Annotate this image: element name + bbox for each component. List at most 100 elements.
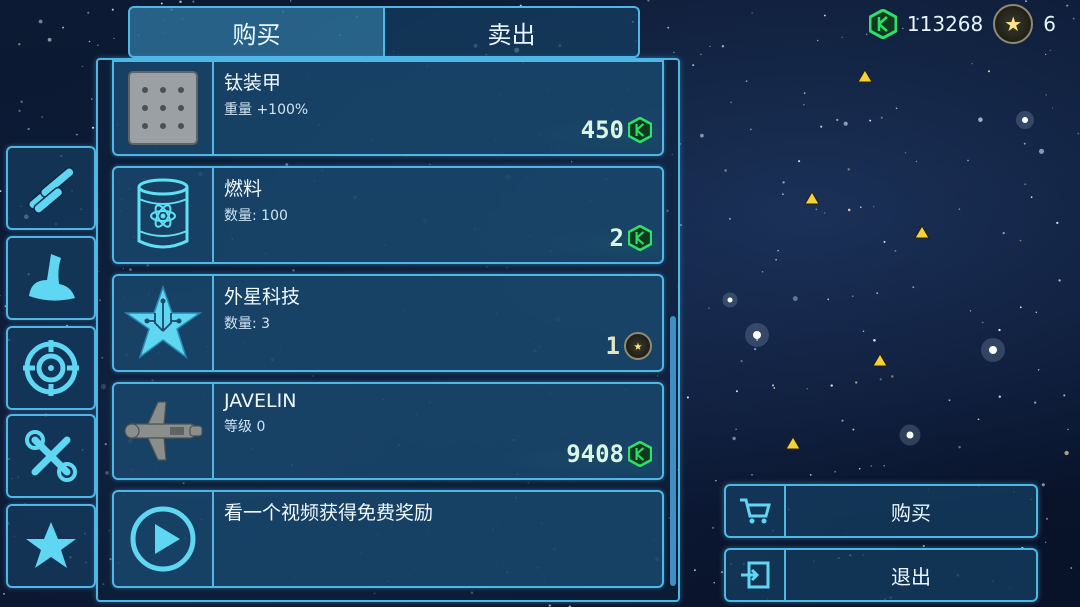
star	[62, 26, 65, 29]
category-tools[interactable]	[6, 414, 96, 498]
star	[75, 133, 78, 136]
star	[1037, 369, 1040, 371]
star	[862, 330, 865, 333]
star	[977, 418, 980, 421]
shop-item-free-video-reward[interactable]: 看一个视频获得免费奖励	[112, 490, 664, 588]
tab-buy[interactable]: 购买	[128, 6, 385, 58]
star	[715, 480, 717, 482]
shop-item-list[interactable]: 钛装甲 重量 +100% 450 燃料 数量: 100 2 外星科技 数量: 3…	[96, 58, 680, 602]
category-weapons[interactable]	[6, 326, 96, 410]
star	[750, 128, 752, 131]
star	[967, 159, 969, 162]
star	[751, 12, 753, 14]
item-thumbnail	[114, 62, 214, 154]
item-thumbnail	[114, 384, 214, 478]
star	[771, 384, 775, 387]
shop-item-javelin-ship[interactable]: JAVELIN 等级 0 9408	[112, 382, 664, 480]
star	[855, 381, 858, 384]
armor-plate-icon	[128, 71, 198, 145]
star	[724, 169, 727, 172]
exit-button-label: 退出	[891, 564, 931, 589]
item-description: 等级 0	[224, 419, 266, 435]
star	[88, 40, 91, 43]
star	[1064, 450, 1069, 456]
star	[988, 70, 990, 73]
star	[111, 8, 114, 11]
scoop-icon	[29, 254, 75, 301]
star	[773, 387, 776, 389]
price-value: 1	[605, 332, 620, 360]
star	[860, 206, 862, 208]
shop-item-titanium-armor[interactable]: 钛装甲 重量 +100% 450	[112, 60, 664, 156]
item-price: 2	[528, 224, 658, 260]
star	[1072, 17, 1075, 20]
exit-button[interactable]: 退出	[724, 548, 1038, 602]
star	[873, 206, 875, 208]
star	[1024, 183, 1027, 186]
star	[673, 51, 675, 54]
credits-amount: 113268	[906, 12, 984, 36]
star	[809, 474, 812, 476]
star	[700, 133, 704, 138]
star	[1067, 428, 1069, 431]
star	[883, 464, 885, 467]
credits-icon	[628, 441, 652, 467]
star	[866, 33, 868, 35]
star	[998, 395, 1001, 398]
bright-star	[753, 331, 761, 339]
star	[782, 193, 784, 196]
cart-icon	[726, 486, 786, 536]
star	[1030, 196, 1033, 199]
star	[981, 321, 984, 324]
star	[1049, 49, 1051, 52]
star	[876, 292, 879, 294]
buy-sell-tabs: 购买 卖出	[128, 6, 640, 58]
category-favorites[interactable]	[6, 504, 96, 588]
star	[647, 0, 650, 2]
star	[1019, 306, 1022, 309]
item-name: 看一个视频获得免费奖励	[224, 502, 434, 524]
star	[3, 593, 5, 595]
star	[735, 428, 737, 431]
spaceship-icon	[124, 401, 203, 461]
star	[41, 116, 43, 118]
star	[1038, 148, 1045, 154]
star	[730, 101, 733, 104]
star	[870, 464, 873, 467]
star	[851, 295, 854, 298]
category-scoop[interactable]	[6, 236, 96, 320]
star	[777, 249, 779, 252]
star	[1063, 394, 1066, 397]
price-value: 9408	[566, 440, 624, 468]
star	[732, 436, 736, 441]
star	[915, 160, 918, 163]
star	[868, 79, 871, 81]
star	[880, 116, 883, 119]
star-currency-icon: ★	[993, 4, 1034, 44]
price-value: 2	[609, 224, 624, 252]
star	[91, 126, 95, 129]
star	[753, 347, 757, 351]
star	[692, 64, 695, 67]
star	[728, 217, 732, 220]
currency-bar: 113268 ★ 6	[868, 2, 1056, 46]
star	[879, 378, 882, 381]
star	[721, 45, 725, 48]
list-scrollbar[interactable]	[670, 316, 676, 586]
star	[841, 36, 843, 39]
buy-button[interactable]: 购买	[724, 484, 1038, 538]
shop-item-alien-tech[interactable]: 外星科技 数量: 3 1 ★	[112, 274, 664, 372]
star	[720, 571, 724, 574]
star	[679, 223, 683, 227]
star	[792, 296, 798, 302]
star	[709, 45, 711, 48]
bright-star	[1022, 117, 1028, 123]
stars-amount: 6	[1043, 12, 1056, 36]
category-ammo[interactable]	[6, 146, 96, 230]
tab-sell[interactable]: 卖出	[385, 6, 640, 58]
star	[667, 26, 670, 29]
shop-item-fuel[interactable]: 燃料 数量: 100 2	[112, 166, 664, 264]
bright-star	[989, 346, 997, 354]
bright-star	[906, 431, 914, 439]
star	[798, 160, 801, 163]
